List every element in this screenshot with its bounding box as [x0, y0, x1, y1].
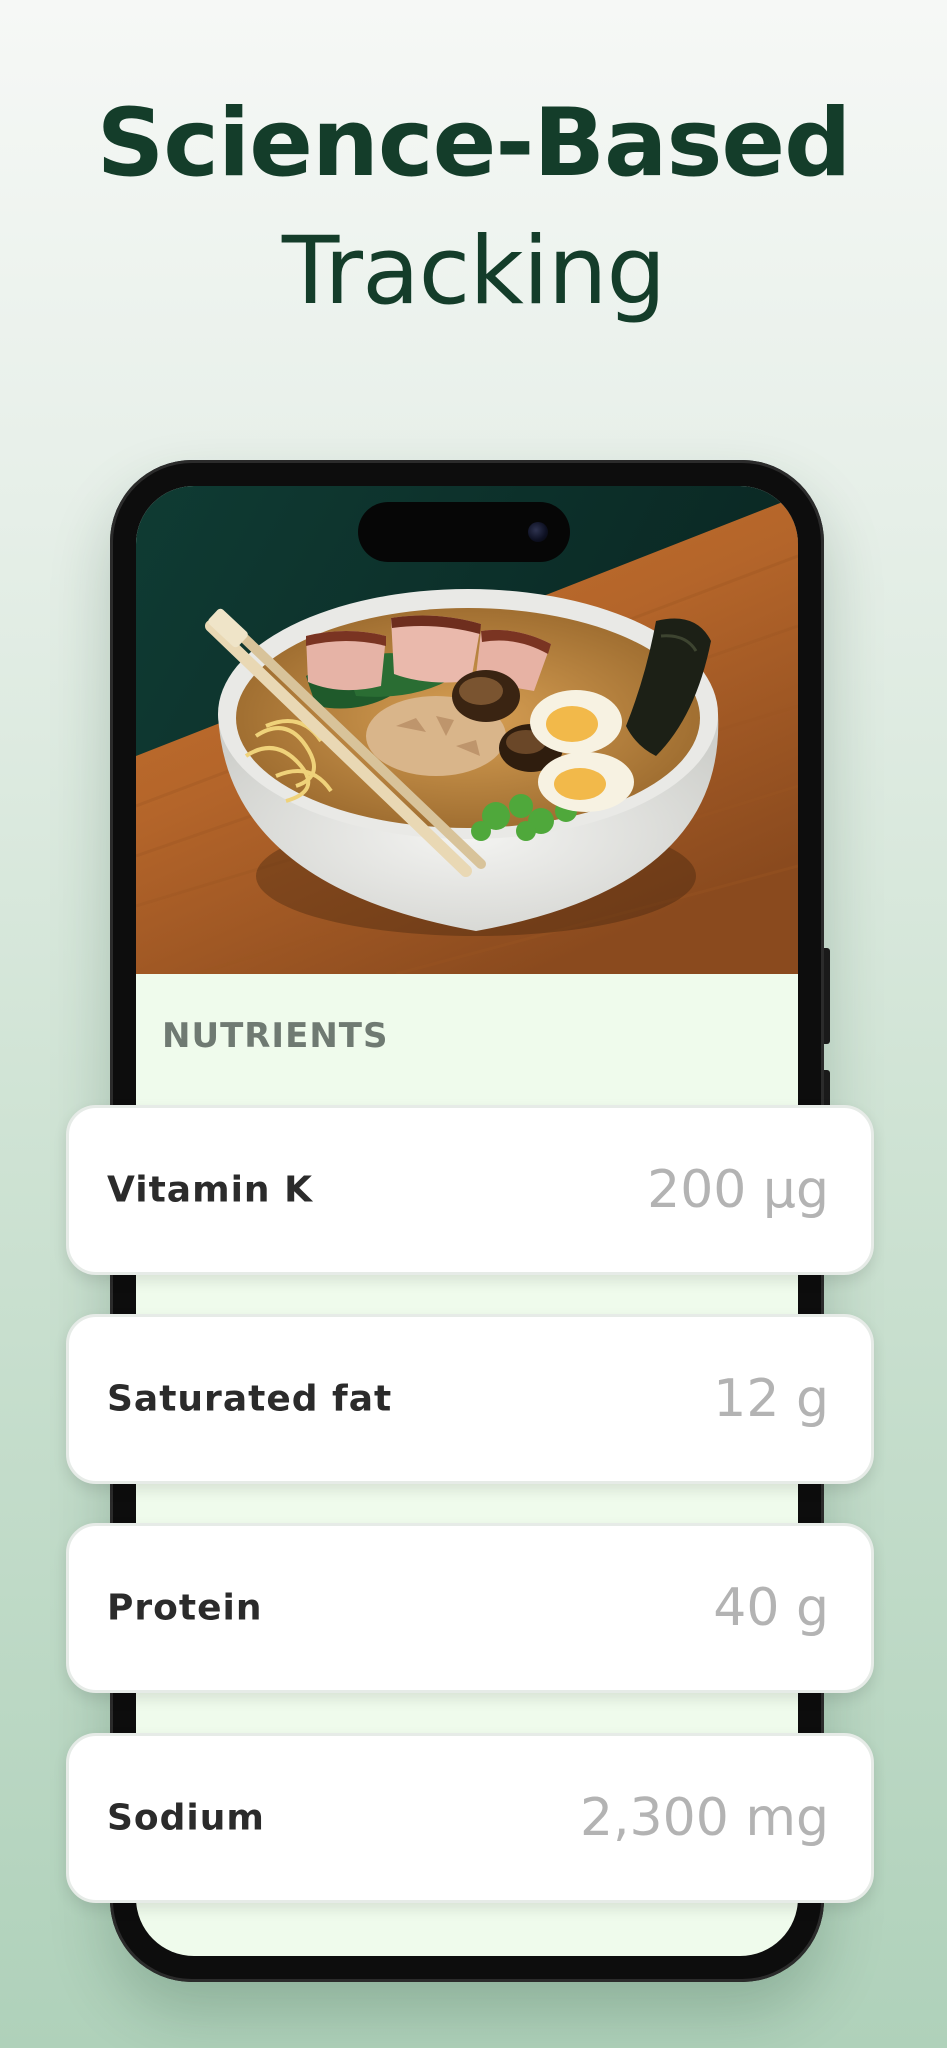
- headline-line-2: Tracking: [281, 217, 666, 326]
- nutrient-card-vitamin-k: Vitamin K 200 µg: [66, 1105, 874, 1275]
- nutrient-card-sodium: Sodium 2,300 mg: [66, 1733, 874, 1903]
- nutrient-name: Vitamin K: [107, 1169, 313, 1211]
- nutrient-name: Protein: [107, 1587, 263, 1629]
- nutrient-name: Sodium: [107, 1797, 265, 1839]
- nutrient-name: Saturated fat: [107, 1378, 393, 1420]
- nutrient-value: 2,300 mg: [579, 1788, 829, 1848]
- front-camera-icon: [528, 522, 548, 542]
- nutrient-value: 200 µg: [647, 1160, 829, 1220]
- page-headline: Science-Based Tracking: [0, 80, 947, 336]
- nutrient-value: 40 g: [713, 1578, 829, 1638]
- nutrient-value: 12 g: [713, 1369, 829, 1429]
- nutrients-section-label: NUTRIENTS: [162, 1016, 389, 1056]
- dynamic-island: [358, 502, 570, 562]
- headline-line-1: Science-Based: [96, 89, 852, 198]
- phone-volume-button: [824, 948, 830, 1044]
- nutrient-card-saturated-fat: Saturated fat 12 g: [66, 1314, 874, 1484]
- nutrient-card-protein: Protein 40 g: [66, 1523, 874, 1693]
